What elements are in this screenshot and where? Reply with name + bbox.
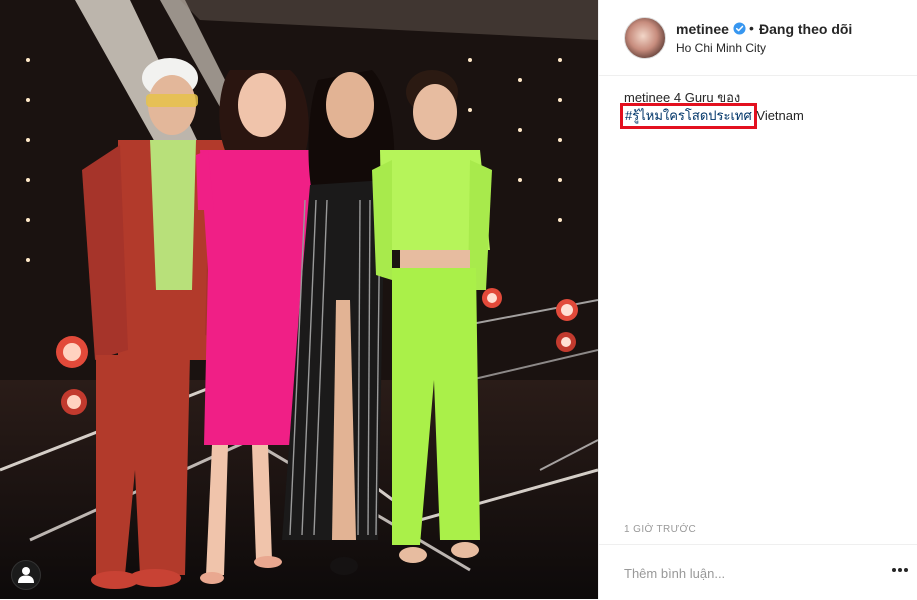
comment-input[interactable]: [624, 563, 864, 583]
user-tag-button[interactable]: [11, 560, 41, 590]
following-button[interactable]: Đang theo dõi: [759, 21, 852, 37]
post-sidebar: metinee • Đang theo dõi Ho Chi Minh City…: [598, 0, 917, 599]
post-timestamp[interactable]: 1 GIỜ TRƯỚC: [624, 524, 696, 535]
post-photo[interactable]: [0, 0, 598, 599]
caption-username[interactable]: metinee: [624, 90, 670, 105]
caption-hashtag-link[interactable]: #รู้ไหมใครโสดประเทศ: [620, 103, 757, 129]
caption-suffix: Vietnam: [752, 108, 804, 123]
header-separator: •: [749, 20, 754, 36]
verified-badge-icon: [733, 22, 746, 35]
post-header: metinee • Đang theo dõi Ho Chi Minh City: [599, 0, 917, 76]
avatar[interactable]: [624, 17, 666, 59]
photo-illustration: [0, 0, 598, 599]
more-options-icon[interactable]: [891, 567, 909, 573]
location-link[interactable]: Ho Chi Minh City: [676, 41, 766, 55]
caption-text: 4 Guru ของ: [670, 90, 741, 105]
author-username[interactable]: metinee: [676, 21, 729, 37]
post-caption: metinee 4 Guru ของ #รู้ไหมใครโสดประเทศ V…: [620, 89, 909, 129]
comment-bar: [599, 544, 917, 600]
user-tag-icon: [18, 567, 34, 583]
